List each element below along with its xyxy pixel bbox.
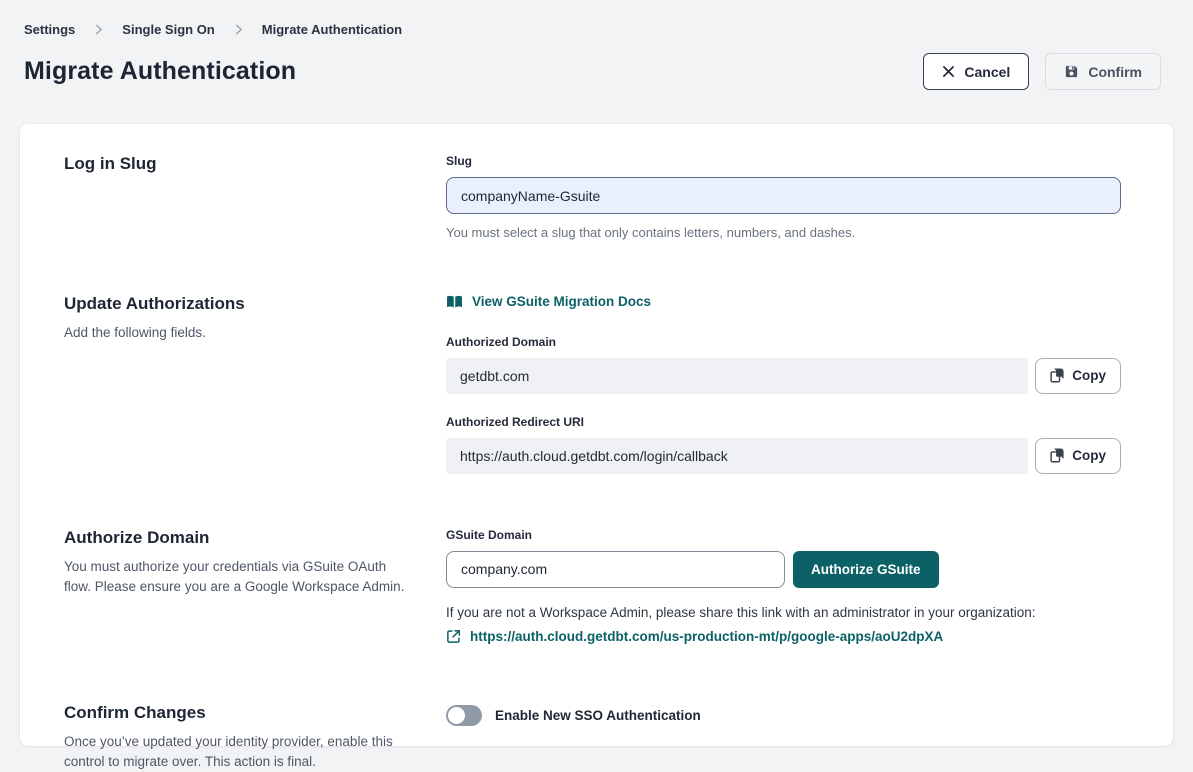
share-link-row: https://auth.cloud.getdbt.com/us-product… <box>446 629 943 644</box>
slug-input[interactable] <box>446 177 1121 214</box>
copy-icon <box>1050 448 1064 463</box>
close-icon <box>942 65 955 78</box>
redirect-uri-label: Authorized Redirect URI <box>446 415 1121 429</box>
confirm-button[interactable]: Confirm <box>1045 53 1161 90</box>
copy-redirect-uri-button[interactable]: Copy <box>1035 438 1121 474</box>
section-login-slug-content: Slug You must select a slug that only co… <box>446 154 1121 240</box>
book-icon <box>446 295 463 309</box>
section-confirm-changes: Confirm Changes Once you’ve updated your… <box>64 703 1121 772</box>
section-confirm-changes-info: Confirm Changes Once you’ve updated your… <box>64 703 446 772</box>
breadcrumb: Settings Single Sign On Migrate Authenti… <box>24 22 1161 37</box>
breadcrumb-settings[interactable]: Settings <box>24 22 75 37</box>
section-update-authorizations-content: View GSuite Migration Docs Authorized Do… <box>446 294 1121 474</box>
gsuite-migration-docs-link-label: View GSuite Migration Docs <box>472 294 651 309</box>
section-heading-authorize-domain: Authorize Domain <box>64 528 446 548</box>
confirm-button-label: Confirm <box>1088 64 1142 80</box>
section-authorize-domain-content: GSuite Domain Authorize GSuite If you ar… <box>446 528 1121 649</box>
title-row: Migrate Authentication Cancel Confirm <box>24 53 1161 90</box>
chevron-right-icon <box>93 24 104 35</box>
section-update-authorizations: Update Authorizations Add the following … <box>64 294 1121 474</box>
authorized-domain-label: Authorized Domain <box>446 335 1121 349</box>
page-header: Settings Single Sign On Migrate Authenti… <box>0 0 1193 90</box>
section-login-slug: Log in Slug Slug You must select a slug … <box>64 154 1121 240</box>
slug-help-text: You must select a slug that only contain… <box>446 225 1121 240</box>
section-heading-login-slug: Log in Slug <box>64 154 446 174</box>
section-login-slug-info: Log in Slug <box>64 154 446 240</box>
breadcrumb-migrate-authentication: Migrate Authentication <box>262 22 402 37</box>
external-link-icon <box>446 629 461 644</box>
gsuite-domain-label: GSuite Domain <box>446 528 1121 542</box>
chevron-right-icon <box>233 24 244 35</box>
section-desc-update-authorizations: Add the following fields. <box>64 323 409 343</box>
admin-share-link[interactable]: https://auth.cloud.getdbt.com/us-product… <box>470 629 943 644</box>
section-heading-confirm-changes: Confirm Changes <box>64 703 446 723</box>
gsuite-migration-docs-link[interactable]: View GSuite Migration Docs <box>446 294 651 309</box>
cancel-button-label: Cancel <box>964 64 1010 80</box>
section-heading-update-authorizations: Update Authorizations <box>64 294 446 314</box>
gsuite-domain-input[interactable] <box>446 551 785 588</box>
section-authorize-domain: Authorize Domain You must authorize your… <box>64 528 1121 649</box>
page-title: Migrate Authentication <box>24 57 296 86</box>
cancel-button[interactable]: Cancel <box>923 53 1029 90</box>
authorized-domain-value: getdbt.com <box>446 358 1028 394</box>
copy-icon <box>1050 368 1064 383</box>
enable-sso-toggle-label: Enable New SSO Authentication <box>495 708 701 723</box>
section-confirm-changes-content: Enable New SSO Authentication <box>446 703 1121 772</box>
section-update-authorizations-info: Update Authorizations Add the following … <box>64 294 446 474</box>
authorize-gsuite-button[interactable]: Authorize GSuite <box>793 551 939 588</box>
redirect-uri-block: Authorized Redirect URI https://auth.clo… <box>446 415 1121 474</box>
copy-authorized-domain-button[interactable]: Copy <box>1035 358 1121 394</box>
breadcrumb-single-sign-on[interactable]: Single Sign On <box>122 22 214 37</box>
slug-label: Slug <box>446 154 1121 168</box>
authorized-domain-block: Authorized Domain getdbt.com Copy <box>446 335 1121 394</box>
section-desc-confirm-changes: Once you’ve updated your identity provid… <box>64 732 409 772</box>
migrate-authentication-page: Settings Single Sign On Migrate Authenti… <box>0 0 1193 763</box>
settings-card: Log in Slug Slug You must select a slug … <box>20 124 1173 746</box>
copy-button-label: Copy <box>1072 368 1106 383</box>
save-icon <box>1064 64 1079 79</box>
section-desc-authorize-domain: You must authorize your credentials via … <box>64 557 409 597</box>
workspace-admin-note: If you are not a Workspace Admin, please… <box>446 605 1121 620</box>
toggle-knob <box>448 707 465 724</box>
header-actions: Cancel Confirm <box>923 53 1161 90</box>
enable-sso-toggle[interactable] <box>446 705 482 726</box>
section-authorize-domain-info: Authorize Domain You must authorize your… <box>64 528 446 649</box>
redirect-uri-value: https://auth.cloud.getdbt.com/login/call… <box>446 438 1028 474</box>
copy-button-label: Copy <box>1072 448 1106 463</box>
